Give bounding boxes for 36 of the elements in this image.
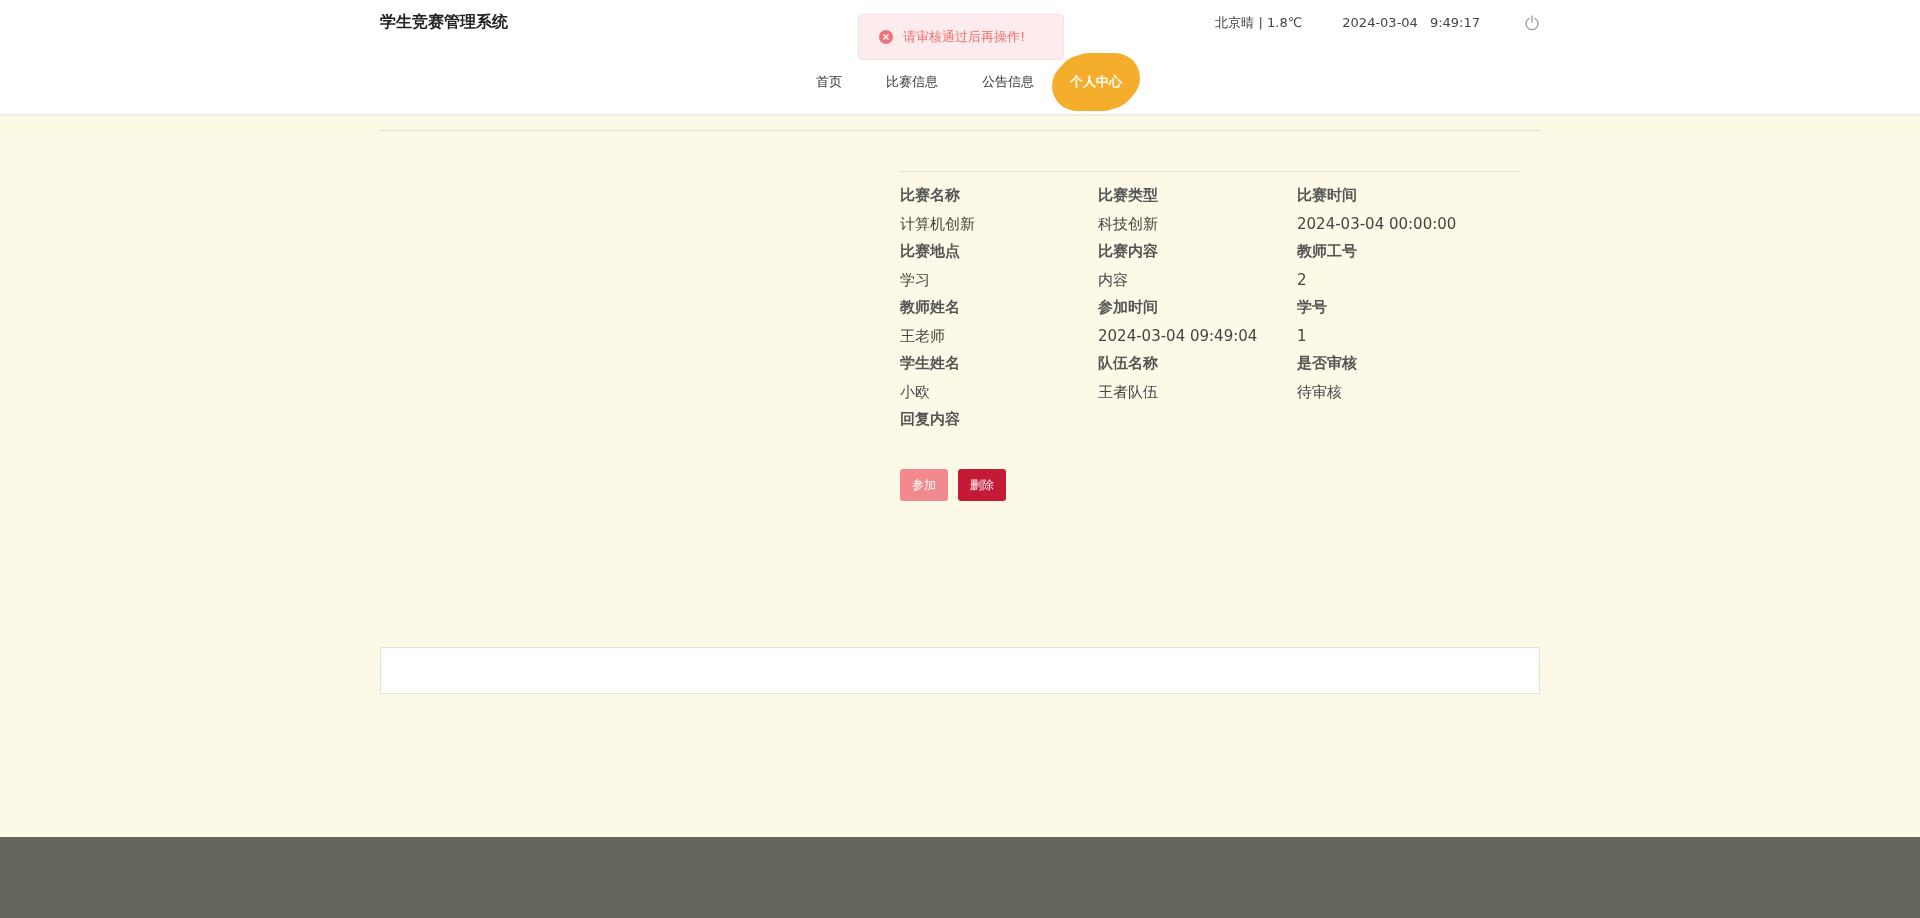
- time-text: 9:49:17: [1429, 15, 1480, 30]
- field-value: 学习: [900, 271, 931, 290]
- field-value: 2024-03-04 09:49:04: [1098, 327, 1259, 345]
- field-value: 2: [1297, 271, 1308, 289]
- field-label: 回复内容: [900, 410, 961, 429]
- field-value: 待审核: [1297, 383, 1343, 402]
- field-label: 比赛时间: [1297, 186, 1358, 205]
- field-label: 比赛地点: [900, 242, 961, 261]
- field-value: 计算机创新: [900, 215, 976, 234]
- toast-message: 请审核通过后再操作!: [903, 28, 1026, 46]
- nav-tab[interactable]: 公告信息: [960, 73, 1056, 91]
- field-value: 2024-03-04 00:00:00: [1297, 215, 1458, 233]
- weather-text: 北京晴 | 1.8℃: [1215, 13, 1303, 32]
- error-icon: [879, 30, 893, 44]
- field-label: 比赛内容: [1098, 242, 1159, 261]
- power-icon[interactable]: [1524, 14, 1540, 31]
- nav-tab[interactable]: 首页: [794, 73, 864, 91]
- field-value: 内容: [1098, 271, 1129, 290]
- field-value: 小欧: [900, 383, 931, 402]
- field-label: 学号: [1297, 298, 1328, 317]
- field-value: 1: [1297, 327, 1308, 345]
- field-label: 教师工号: [1297, 242, 1358, 261]
- field-label: 比赛名称: [900, 186, 961, 205]
- field-label: 学生姓名: [900, 354, 961, 373]
- field-label: 是否审核: [1297, 354, 1358, 373]
- field-label: 教师姓名: [900, 298, 961, 317]
- field-label: 参加时间: [1098, 298, 1159, 317]
- field-label: 比赛类型: [1098, 186, 1159, 205]
- site-title: 学生竞赛管理系统: [380, 12, 508, 33]
- date-text: 2024-03-04: [1342, 15, 1418, 30]
- delete-button[interactable]: 删除: [958, 469, 1006, 501]
- field-value: 王老师: [900, 327, 946, 346]
- field-label: 队伍名称: [1098, 354, 1159, 373]
- field-value: 科技创新: [1098, 215, 1159, 234]
- nav-tab[interactable]: 比赛信息: [864, 73, 960, 91]
- field-value: 王者队伍: [1098, 383, 1159, 402]
